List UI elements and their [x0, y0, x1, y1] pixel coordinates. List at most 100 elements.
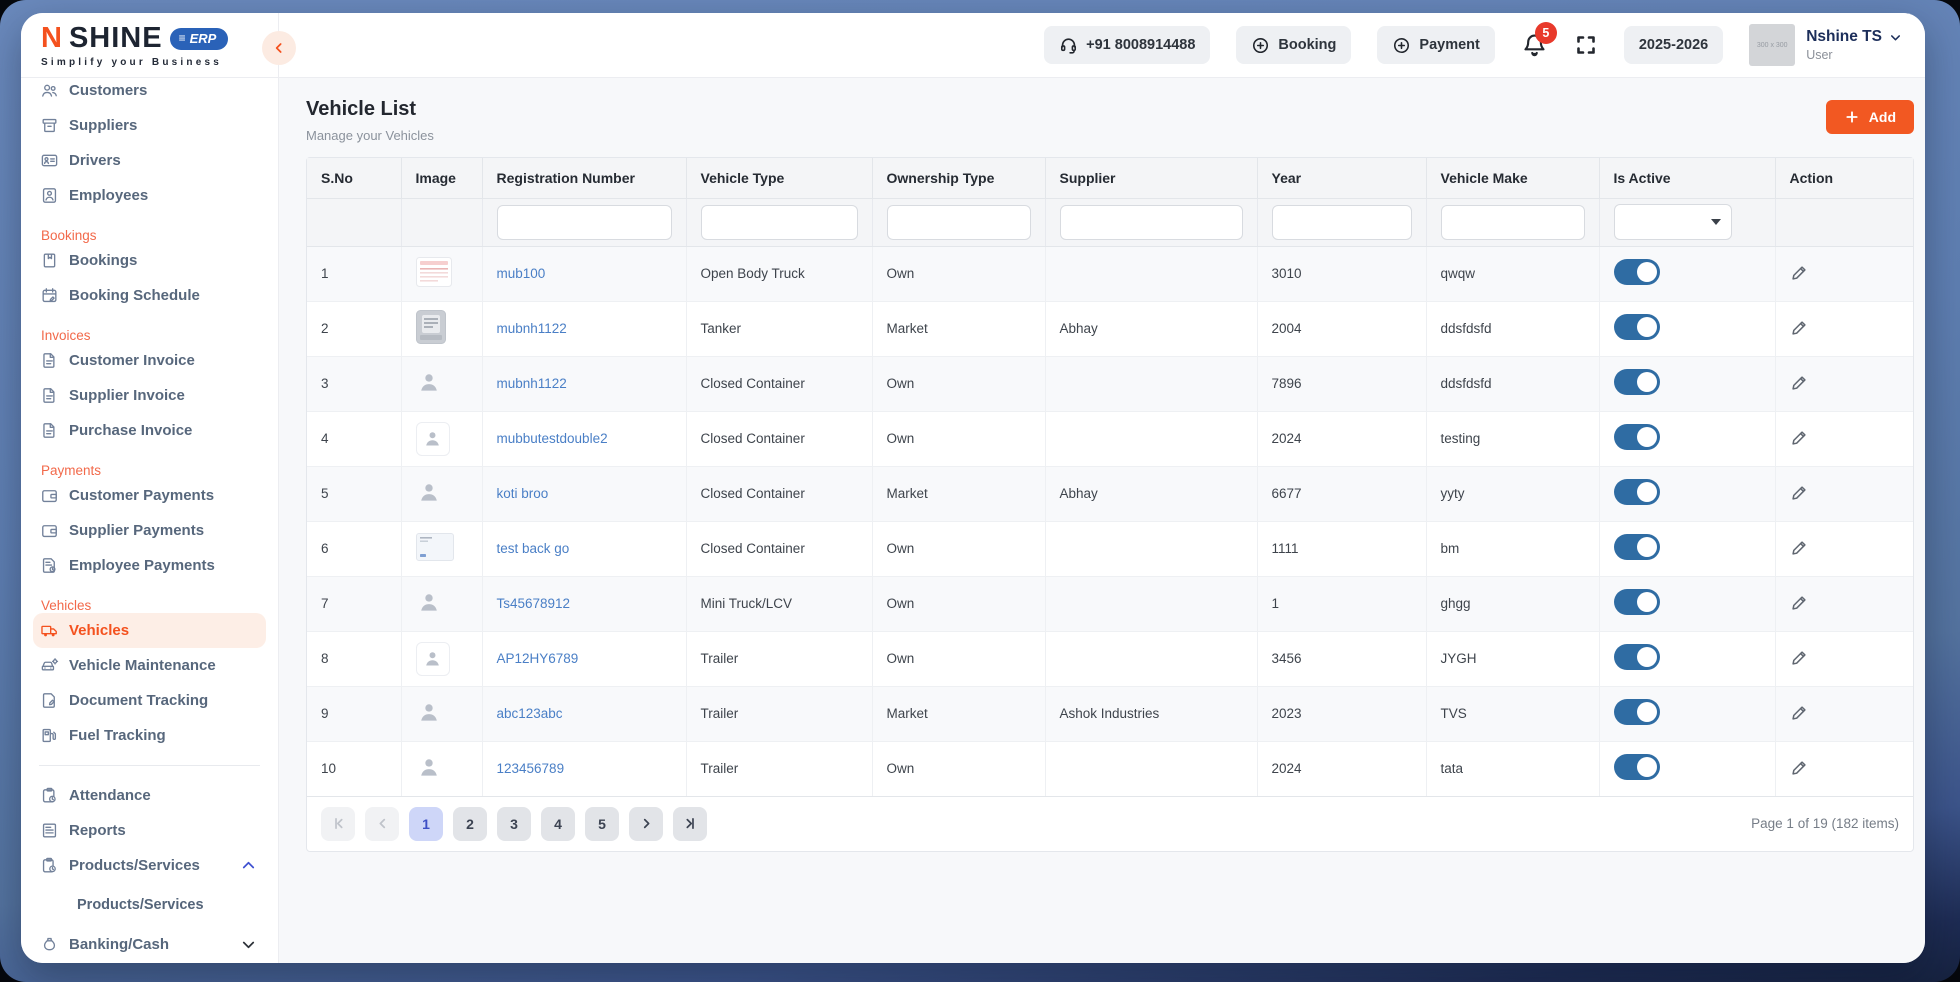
cell-vehicle-type: Closed Container [686, 411, 872, 466]
sidebar-item-customer-payments[interactable]: Customer Payments [33, 478, 266, 513]
fiscal-year-button[interactable]: 2025-2026 [1624, 26, 1723, 64]
cell-sno: 2 [307, 301, 401, 356]
fullscreen-button[interactable] [1574, 33, 1598, 57]
edit-button[interactable] [1790, 593, 1809, 612]
table-row: 6test back goClosed ContainerOwn1111bm [307, 521, 1913, 576]
is-active-toggle[interactable] [1614, 644, 1660, 670]
is-active-toggle[interactable] [1614, 589, 1660, 615]
new-payment-button[interactable]: Payment [1377, 26, 1494, 64]
registration-link[interactable]: mubnh1122 [497, 376, 567, 391]
sidebar-item-suppliers[interactable]: Suppliers [33, 108, 266, 143]
cell-sno: 4 [307, 411, 401, 466]
user-role: User [1806, 48, 1903, 62]
edit-button[interactable] [1790, 373, 1809, 392]
registration-link[interactable]: mubnh1122 [497, 321, 567, 336]
edit-button[interactable] [1790, 758, 1809, 777]
edit-button[interactable] [1790, 703, 1809, 722]
registration-link[interactable]: abc123abc [497, 706, 563, 721]
sidebar-item-reports[interactable]: Reports [33, 813, 266, 848]
edit-button[interactable] [1790, 538, 1809, 557]
edit-button[interactable] [1790, 483, 1809, 502]
is-active-filter-select[interactable] [1614, 204, 1732, 240]
new-booking-button[interactable]: Booking [1236, 26, 1351, 64]
sidebar-item-employee-payments[interactable]: Employee Payments [33, 548, 266, 583]
sidebar-item-vehicle-maintenance[interactable]: Vehicle Maintenance [33, 648, 266, 683]
is-active-toggle[interactable] [1614, 259, 1660, 285]
sidebar-item-supplier-payments[interactable]: Supplier Payments [33, 513, 266, 548]
page-button-4[interactable]: 4 [541, 807, 575, 841]
reports-icon [40, 821, 59, 840]
is-active-toggle[interactable] [1614, 424, 1660, 450]
is-active-toggle[interactable] [1614, 534, 1660, 560]
sidebar-item-supplier-invoice[interactable]: Supplier Invoice [33, 378, 266, 413]
registration-link[interactable]: koti broo [497, 486, 549, 501]
last-page-button[interactable] [673, 807, 707, 841]
is-active-toggle[interactable] [1614, 479, 1660, 505]
sidebar-item-drivers[interactable]: Drivers [33, 143, 266, 178]
registration-number-filter-input[interactable] [497, 205, 672, 240]
sidebar-item-document-tracking[interactable]: Document Tracking [33, 683, 266, 718]
sidebar-item-fuel-tracking[interactable]: Fuel Tracking [33, 718, 266, 753]
sidebar-section-vehicles: Vehicles [33, 587, 266, 613]
vehicle-image-placeholder-icon [416, 642, 450, 676]
sidebar-item-bookings[interactable]: Bookings [33, 243, 266, 278]
registration-link[interactable]: 123456789 [497, 761, 565, 776]
first-page-button[interactable] [321, 807, 355, 841]
sidebar-item-customers[interactable]: Customers [33, 78, 266, 108]
sidebar-item-vehicles[interactable]: Vehicles [33, 613, 266, 648]
products-services-icon [40, 856, 59, 875]
ownership-type-filter-input[interactable] [887, 205, 1031, 240]
support-phone-button[interactable]: +91 8008914488 [1044, 26, 1210, 64]
page-button-2[interactable]: 2 [453, 807, 487, 841]
sidebar-item-employees[interactable]: Employees [33, 178, 266, 213]
next-page-button[interactable] [629, 807, 663, 841]
sidebar-item-label: Attendance [69, 787, 151, 804]
registration-link[interactable]: mub100 [497, 266, 546, 281]
sidebar-item-label: Supplier Payments [69, 522, 204, 539]
column-header-is-active: Is Active [1599, 158, 1775, 198]
registration-link[interactable]: test back go [497, 541, 570, 556]
supplier-filter-input[interactable] [1060, 205, 1243, 240]
sidebar-collapse-button[interactable] [262, 31, 296, 65]
edit-button[interactable] [1790, 318, 1809, 337]
avatar: 300 x 300 [1749, 24, 1795, 66]
page-button-1[interactable]: 1 [409, 807, 443, 841]
is-active-toggle[interactable] [1614, 699, 1660, 725]
page-button-5[interactable]: 5 [585, 807, 619, 841]
edit-button[interactable] [1790, 428, 1809, 447]
filter-cell-ownership-type [872, 198, 1045, 246]
registration-link[interactable]: mubbutestdouble2 [497, 431, 608, 446]
sidebar-item-products-services[interactable]: Products/Services [33, 848, 266, 883]
sidebar-item-customer-invoice[interactable]: Customer Invoice [33, 343, 266, 378]
pencil-icon [1790, 428, 1809, 447]
cell-supplier [1045, 411, 1257, 466]
add-vehicle-button[interactable]: Add [1826, 100, 1914, 134]
year-filter-input[interactable] [1272, 205, 1412, 240]
user-menu[interactable]: 300 x 300 Nshine TS User [1749, 24, 1903, 66]
previous-page-button[interactable] [365, 807, 399, 841]
sidebar-subitem-products-services[interactable]: Products/Services [33, 883, 266, 927]
vehicle-type-filter-input[interactable] [701, 205, 858, 240]
vehicle-make-filter-input[interactable] [1441, 205, 1585, 240]
table-row: 2mubnh1122TankerMarketAbhay2004ddsfdsfd [307, 301, 1913, 356]
vehicle-image-placeholder-icon [416, 422, 450, 456]
cell-year: 6677 [1257, 466, 1426, 521]
filter-cell-action [1775, 198, 1913, 246]
sidebar-item-attendance[interactable]: Attendance [33, 778, 266, 813]
notifications-button[interactable]: 5 [1521, 32, 1548, 59]
edit-button[interactable] [1790, 648, 1809, 667]
cell-sno: 1 [307, 246, 401, 301]
cell-is-active [1599, 466, 1775, 521]
sidebar-item-banking-cash[interactable]: Banking/Cash [33, 927, 266, 962]
sidebar-item-purchase-invoice[interactable]: Purchase Invoice [33, 413, 266, 448]
is-active-toggle[interactable] [1614, 369, 1660, 395]
edit-button[interactable] [1790, 263, 1809, 282]
vehicle-thumbnail [416, 257, 452, 287]
registration-link[interactable]: AP12HY6789 [497, 651, 579, 666]
registration-link[interactable]: Ts45678912 [497, 596, 571, 611]
cell-sno: 9 [307, 686, 401, 741]
sidebar-item-booking-schedule[interactable]: Booking Schedule [33, 278, 266, 313]
page-button-3[interactable]: 3 [497, 807, 531, 841]
is-active-toggle[interactable] [1614, 754, 1660, 780]
is-active-toggle[interactable] [1614, 314, 1660, 340]
